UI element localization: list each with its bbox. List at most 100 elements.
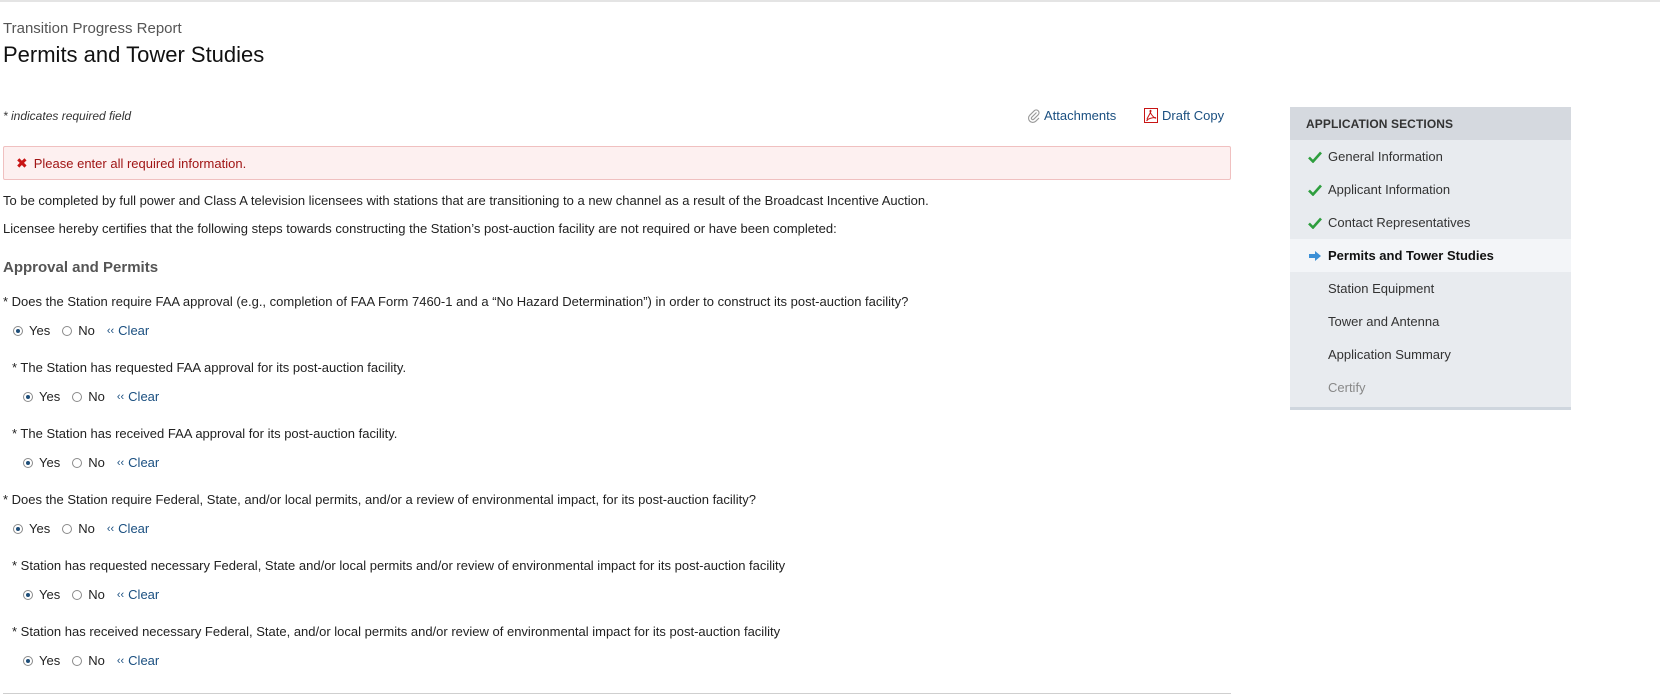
radio-yes-label: Yes xyxy=(29,521,51,536)
sidebar-item-label: Contact Representatives xyxy=(1328,215,1471,230)
radio-yes-label: Yes xyxy=(39,389,61,404)
radio-no-unselected[interactable] xyxy=(72,589,83,600)
radio-no-label: No xyxy=(88,587,105,602)
page-pretitle: Transition Progress Report xyxy=(3,20,182,37)
intro-paragraph-1: To be completed by full power and Class … xyxy=(3,193,929,208)
radio-yes-selected[interactable] xyxy=(23,589,33,600)
sidebar-item-label: Certify xyxy=(1328,380,1366,395)
paperclip-icon xyxy=(1028,108,1040,123)
sidebar-item-permits-and-tower-studies[interactable]: Permits and Tower Studies xyxy=(1290,239,1571,272)
double-chevron-left-icon: ‹‹ xyxy=(106,522,115,535)
page-title: Permits and Tower Studies xyxy=(3,42,265,67)
section-divider xyxy=(3,693,1231,694)
double-chevron-left-icon: ‹‹ xyxy=(116,588,125,601)
radio-yes-label: Yes xyxy=(39,653,61,668)
intro-paragraph-2: Licensee hereby certifies that the follo… xyxy=(3,221,837,236)
radio-no-label: No xyxy=(88,389,105,404)
sidebar-item-certify: Certify xyxy=(1290,371,1571,404)
radio-yes[interactable]: Yes xyxy=(23,455,60,470)
question-faa-received: * The Station has received FAA approval … xyxy=(12,426,398,441)
radio-no-label: No xyxy=(88,653,105,668)
radio-no-unselected[interactable] xyxy=(72,655,83,666)
clear-label: Clear xyxy=(128,455,160,470)
error-alert: ✖ Please enter all required information. xyxy=(3,146,1231,180)
double-chevron-left-icon: ‹‹ xyxy=(116,654,125,667)
radio-yes-label: Yes xyxy=(29,323,51,338)
sidebar-item-station-equipment[interactable]: Station Equipment xyxy=(1290,272,1571,305)
radio-yes[interactable]: Yes xyxy=(23,389,60,404)
sidebar-item-tower-and-antenna[interactable]: Tower and Antenna xyxy=(1290,305,1571,338)
clear-link[interactable]: ‹‹ Clear xyxy=(107,521,149,536)
sidebar-item-label: Permits and Tower Studies xyxy=(1328,248,1494,263)
radio-yes-selected[interactable] xyxy=(23,655,33,666)
radio-no[interactable]: No xyxy=(62,521,95,536)
attachments-label: Attachments xyxy=(1044,108,1117,123)
radio-no[interactable]: No xyxy=(72,587,105,602)
radio-no-unselected[interactable] xyxy=(72,457,83,468)
radio-group-permits-required: Yes No ‹‹ Clear xyxy=(13,521,149,536)
sidebar-header: APPLICATION SECTIONS xyxy=(1290,107,1571,140)
clear-link[interactable]: ‹‹ Clear xyxy=(117,653,159,668)
checkmark-icon xyxy=(1306,184,1324,196)
radio-yes[interactable]: Yes xyxy=(23,653,60,668)
radio-no-label: No xyxy=(88,455,105,470)
sidebar-item-applicant-information[interactable]: Applicant Information xyxy=(1290,173,1571,206)
radio-no-unselected[interactable] xyxy=(62,325,73,336)
error-x-icon: ✖ xyxy=(16,154,28,171)
radio-no-label: No xyxy=(78,521,95,536)
radio-group-permits-received: Yes No ‹‹ Clear xyxy=(23,653,159,668)
radio-group-permits-requested: Yes No ‹‹ Clear xyxy=(23,587,159,602)
radio-no-label: No xyxy=(78,323,95,338)
draft-copy-label: Draft Copy xyxy=(1162,108,1225,123)
double-chevron-left-icon: ‹‹ xyxy=(116,390,125,403)
radio-yes-selected[interactable] xyxy=(23,457,33,468)
clear-label: Clear xyxy=(118,323,150,338)
radio-no-unselected[interactable] xyxy=(62,523,73,534)
draft-copy-link[interactable]: Draft Copy xyxy=(1144,108,1224,123)
sidebar-item-contact-representatives[interactable]: Contact Representatives xyxy=(1290,206,1571,239)
radio-no[interactable]: No xyxy=(72,455,105,470)
double-chevron-left-icon: ‹‹ xyxy=(106,324,115,337)
radio-no[interactable]: No xyxy=(72,653,105,668)
question-permits-received: * Station has received necessary Federal… xyxy=(12,624,781,639)
radio-yes-selected[interactable] xyxy=(13,325,23,336)
top-border xyxy=(0,0,1660,2)
clear-label: Clear xyxy=(128,587,160,602)
double-chevron-left-icon: ‹‹ xyxy=(116,456,125,469)
radio-yes-label: Yes xyxy=(39,455,61,470)
attachments-link[interactable]: Attachments xyxy=(1028,108,1116,123)
radio-no[interactable]: No xyxy=(72,389,105,404)
arrow-right-icon xyxy=(1306,250,1324,262)
question-faa-required: * Does the Station require FAA approval … xyxy=(3,294,909,309)
checkmark-icon xyxy=(1306,151,1324,163)
question-permits-requested: * Station has requested necessary Federa… xyxy=(12,558,786,573)
radio-yes[interactable]: Yes xyxy=(13,521,50,536)
radio-no-unselected[interactable] xyxy=(72,391,83,402)
sidebar-item-label: Application Summary xyxy=(1328,347,1451,362)
radio-yes-selected[interactable] xyxy=(13,523,23,534)
sidebar-item-application-summary[interactable]: Application Summary xyxy=(1290,338,1571,371)
radio-yes[interactable]: Yes xyxy=(13,323,50,338)
pdf-icon xyxy=(1144,108,1158,123)
radio-group-faa-required: Yes No ‹‹ Clear xyxy=(13,323,149,338)
clear-label: Clear xyxy=(118,521,150,536)
clear-label: Clear xyxy=(128,389,160,404)
section-heading: Approval and Permits xyxy=(3,259,159,276)
clear-link[interactable]: ‹‹ Clear xyxy=(107,323,149,338)
radio-yes[interactable]: Yes xyxy=(23,587,60,602)
clear-link[interactable]: ‹‹ Clear xyxy=(117,455,159,470)
sidebar-item-label: General Information xyxy=(1328,149,1443,164)
radio-group-faa-requested: Yes No ‹‹ Clear xyxy=(23,389,159,404)
clear-link[interactable]: ‹‹ Clear xyxy=(117,389,159,404)
sidebar-item-general-information[interactable]: General Information xyxy=(1290,140,1571,173)
clear-link[interactable]: ‹‹ Clear xyxy=(117,587,159,602)
radio-no[interactable]: No xyxy=(62,323,95,338)
application-sections-sidebar: APPLICATION SECTIONS General Information… xyxy=(1290,107,1571,410)
sidebar-item-label: Station Equipment xyxy=(1328,281,1435,296)
required-field-note: * indicates required field xyxy=(3,109,132,123)
checkmark-icon xyxy=(1306,217,1324,229)
error-message: Please enter all required information. xyxy=(33,155,247,171)
radio-yes-selected[interactable] xyxy=(23,391,33,402)
clear-label: Clear xyxy=(128,653,160,668)
question-faa-requested: * The Station has requested FAA approval… xyxy=(12,360,407,375)
